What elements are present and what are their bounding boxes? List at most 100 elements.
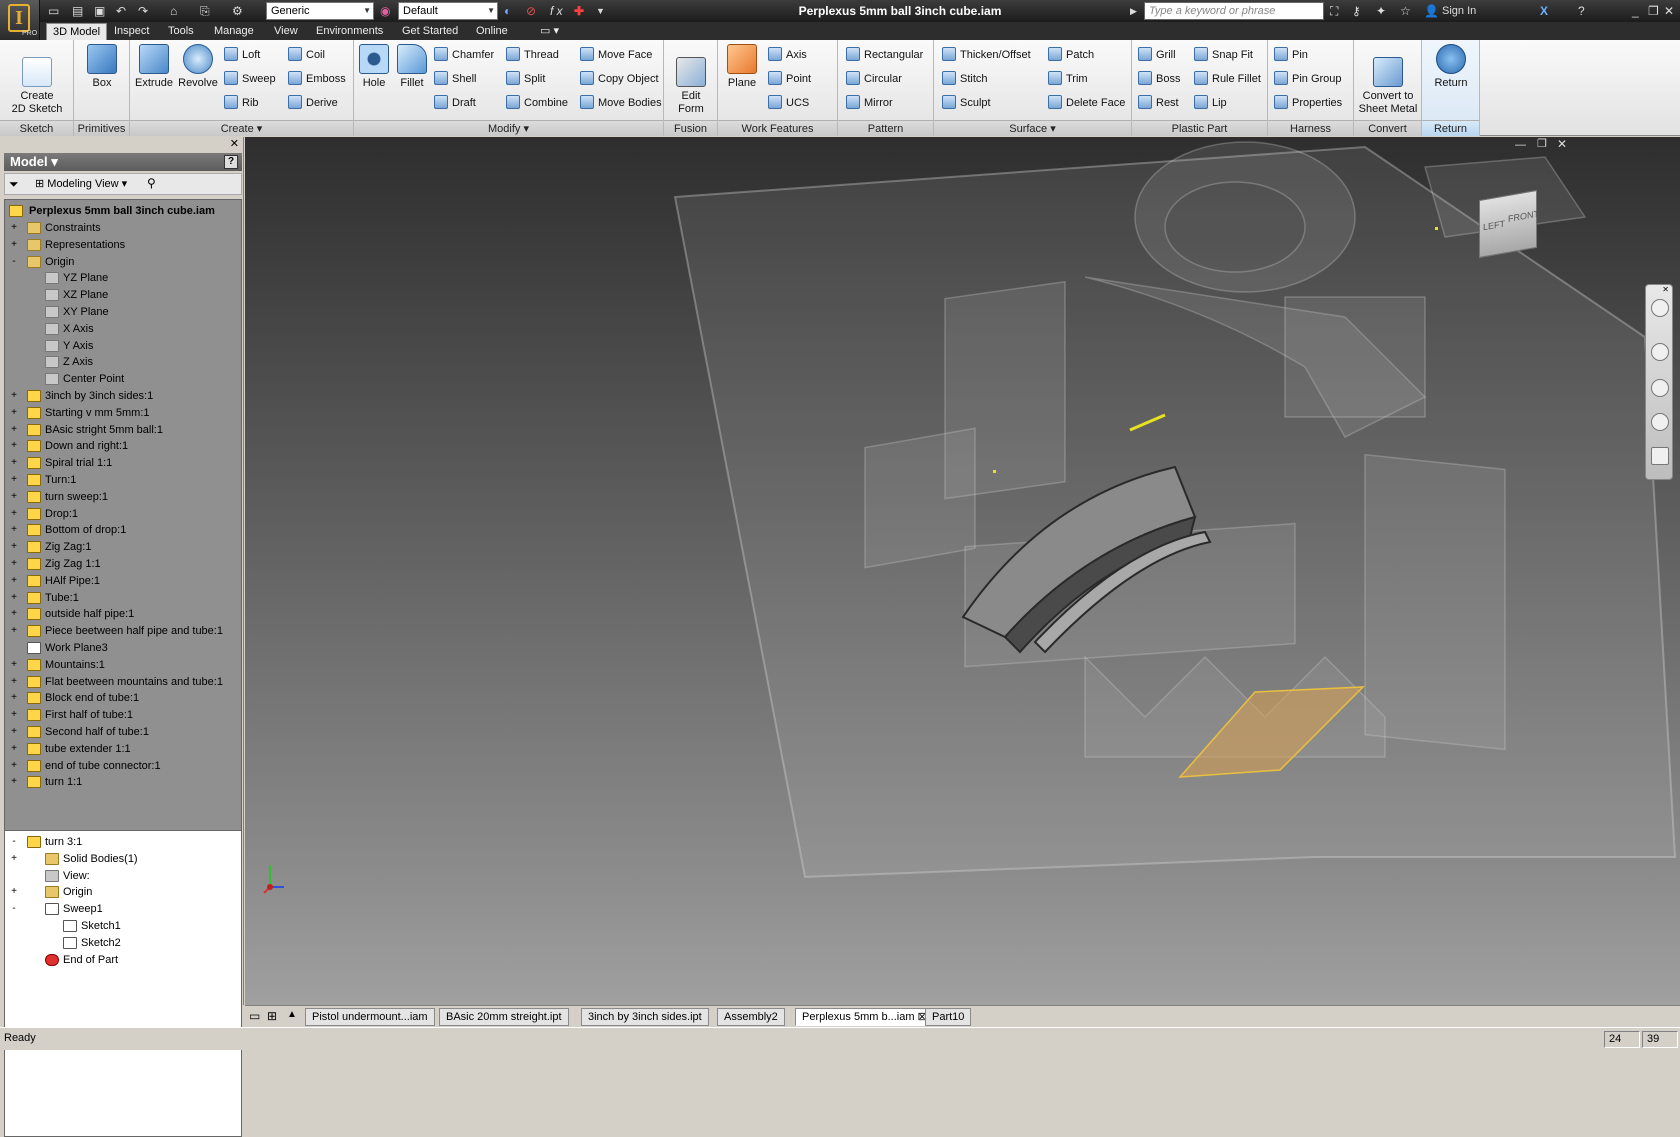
- circular-pattern-button[interactable]: Circular: [846, 70, 902, 88]
- fx-icon[interactable]: f x: [550, 3, 563, 19]
- hole-button[interactable]: Hole: [356, 44, 392, 90]
- point-button[interactable]: Point: [768, 70, 811, 88]
- expand-toggle-icon[interactable]: +: [9, 404, 19, 422]
- browser-header[interactable]: Model ▾ ?: [4, 153, 242, 171]
- expand-toggle-icon[interactable]: +: [9, 850, 19, 868]
- viewcube-left-face[interactable]: LEFT: [1483, 219, 1505, 233]
- graphics-viewport[interactable]: LEFT FRONT — ❐ ✕: [245, 137, 1680, 1005]
- expand-toggle-icon[interactable]: +: [9, 421, 19, 439]
- search-expand-icon[interactable]: ▶: [1130, 3, 1137, 19]
- thread-button[interactable]: Thread: [506, 46, 559, 64]
- expand-toggle-icon[interactable]: +: [9, 236, 19, 254]
- ucs-button[interactable]: UCS: [768, 94, 809, 112]
- edit-form-button[interactable]: Edit Form: [668, 44, 714, 116]
- expand-toggle-icon[interactable]: +: [9, 589, 19, 607]
- shell-button[interactable]: Shell: [434, 70, 476, 88]
- loft-button[interactable]: Loft: [224, 46, 260, 64]
- expand-toggle-icon[interactable]: +: [9, 605, 19, 623]
- properties-button[interactable]: Properties: [1274, 94, 1342, 112]
- viewcube[interactable]: LEFT FRONT: [1479, 189, 1539, 259]
- expand-toggle-icon[interactable]: -: [9, 900, 19, 918]
- expand-toggle-icon[interactable]: +: [9, 622, 19, 640]
- restore-icon[interactable]: ❐: [1648, 3, 1659, 19]
- rectangular-pattern-button[interactable]: Rectangular: [846, 46, 923, 64]
- expand-toggle-icon[interactable]: +: [9, 883, 19, 901]
- orbit-icon[interactable]: [1651, 413, 1669, 431]
- coil-button[interactable]: Coil: [288, 46, 325, 64]
- pan-icon[interactable]: [1651, 343, 1669, 361]
- zoom-icon[interactable]: [1651, 379, 1669, 397]
- expand-toggle-icon[interactable]: +: [9, 521, 19, 539]
- expand-toggle-icon[interactable]: +: [9, 773, 19, 791]
- tab-inspect[interactable]: Inspect: [108, 23, 155, 40]
- doc-tab-active[interactable]: Perplexus 5mm b...iam ⊠: [795, 1008, 934, 1026]
- tab-tools[interactable]: Tools: [162, 23, 200, 40]
- delete-face-button[interactable]: Delete Face: [1048, 94, 1125, 112]
- pin-group-button[interactable]: Pin Group: [1274, 70, 1342, 88]
- expand-toggle-icon[interactable]: +: [9, 555, 19, 573]
- close-icon[interactable]: ✕: [230, 137, 239, 150]
- adjust-icon[interactable]: ◐: [504, 3, 511, 19]
- minimize-icon[interactable]: _: [1632, 3, 1639, 19]
- search-input[interactable]: Type a keyword or phrase: [1144, 2, 1324, 20]
- tab-manage[interactable]: Manage: [208, 23, 260, 40]
- split-button[interactable]: Split: [506, 70, 545, 88]
- rule-fillet-button[interactable]: Rule Fillet: [1194, 70, 1261, 88]
- mirror-button[interactable]: Mirror: [846, 94, 893, 112]
- open-icon[interactable]: ▤: [72, 3, 83, 19]
- sweep-button[interactable]: Sweep: [224, 70, 276, 88]
- doc-tab[interactable]: BAsic 20mm streight.ipt: [439, 1008, 569, 1026]
- expand-toggle-icon[interactable]: +: [9, 488, 19, 506]
- cascade-icon[interactable]: ▭: [249, 1009, 260, 1023]
- tab-get-started[interactable]: Get Started: [396, 23, 464, 40]
- expand-toggle-icon[interactable]: +: [9, 219, 19, 237]
- return-button[interactable]: Return: [1426, 44, 1476, 90]
- expand-toggle-icon[interactable]: +: [9, 437, 19, 455]
- doc-tab[interactable]: Pistol undermount...iam: [305, 1008, 435, 1026]
- help-icon[interactable]: ?: [224, 155, 238, 169]
- tab-view[interactable]: View: [268, 23, 304, 40]
- binoculars-icon[interactable]: ⛶: [1330, 3, 1338, 19]
- snap-fit-button[interactable]: Snap Fit: [1194, 46, 1253, 64]
- star-icon[interactable]: ☆: [1400, 3, 1411, 19]
- doc-tab[interactable]: Part10: [925, 1008, 972, 1026]
- key-icon[interactable]: ⚷: [1352, 3, 1361, 19]
- close-icon[interactable]: ✕: [1662, 285, 1669, 294]
- viewcube-front-face[interactable]: FRONT: [1508, 209, 1539, 224]
- panel-modify-label[interactable]: Modify ▾: [354, 120, 663, 136]
- look-at-icon[interactable]: [1651, 447, 1669, 465]
- copy-object-button[interactable]: Copy Object: [580, 70, 659, 88]
- plane-button[interactable]: Plane: [722, 44, 762, 90]
- tools-icon[interactable]: ✦: [1376, 3, 1386, 19]
- measure-icon[interactable]: ✚: [574, 3, 584, 19]
- panel-surface-label[interactable]: Surface ▾: [934, 120, 1131, 136]
- patch-button[interactable]: Patch: [1048, 46, 1094, 64]
- clear-icon[interactable]: ⊘: [526, 3, 536, 19]
- tab-online[interactable]: Online: [470, 23, 514, 40]
- viewport-close-icon[interactable]: ✕: [1557, 137, 1567, 151]
- boss-button[interactable]: Boss: [1138, 70, 1180, 88]
- expand-toggle-icon[interactable]: -: [9, 253, 19, 271]
- move-bodies-button[interactable]: Move Bodies: [580, 94, 662, 112]
- rib-button[interactable]: Rib: [224, 94, 259, 112]
- axis-button[interactable]: Axis: [768, 46, 807, 64]
- expand-toggle-icon[interactable]: +: [9, 471, 19, 489]
- box-button[interactable]: Box: [80, 44, 124, 90]
- draft-button[interactable]: Draft: [434, 94, 476, 112]
- appearance-icon[interactable]: ◉: [380, 3, 390, 19]
- doc-tab[interactable]: Assembly2: [717, 1008, 785, 1026]
- expand-toggle-icon[interactable]: +: [9, 656, 19, 674]
- doc-tab[interactable]: 3inch by 3inch sides.ipt: [581, 1008, 709, 1026]
- appearance-combo[interactable]: Default ▼: [398, 2, 498, 20]
- binoculars-icon[interactable]: ⚲: [147, 176, 156, 190]
- convert-to-sheet-metal-button[interactable]: Convert to Sheet Metal: [1356, 44, 1420, 116]
- expand-toggle-icon[interactable]: +: [9, 572, 19, 590]
- lip-button[interactable]: Lip: [1194, 94, 1227, 112]
- extrude-button[interactable]: Extrude: [132, 44, 176, 90]
- tile-icon[interactable]: ⊞: [267, 1009, 277, 1023]
- steering-wheel-icon[interactable]: [1651, 299, 1669, 317]
- close-icon[interactable]: ✕: [1664, 3, 1674, 19]
- project-icon[interactable]: ⌂: [170, 3, 177, 19]
- trim-button[interactable]: Trim: [1048, 70, 1088, 88]
- sculpt-button[interactable]: Sculpt: [942, 94, 991, 112]
